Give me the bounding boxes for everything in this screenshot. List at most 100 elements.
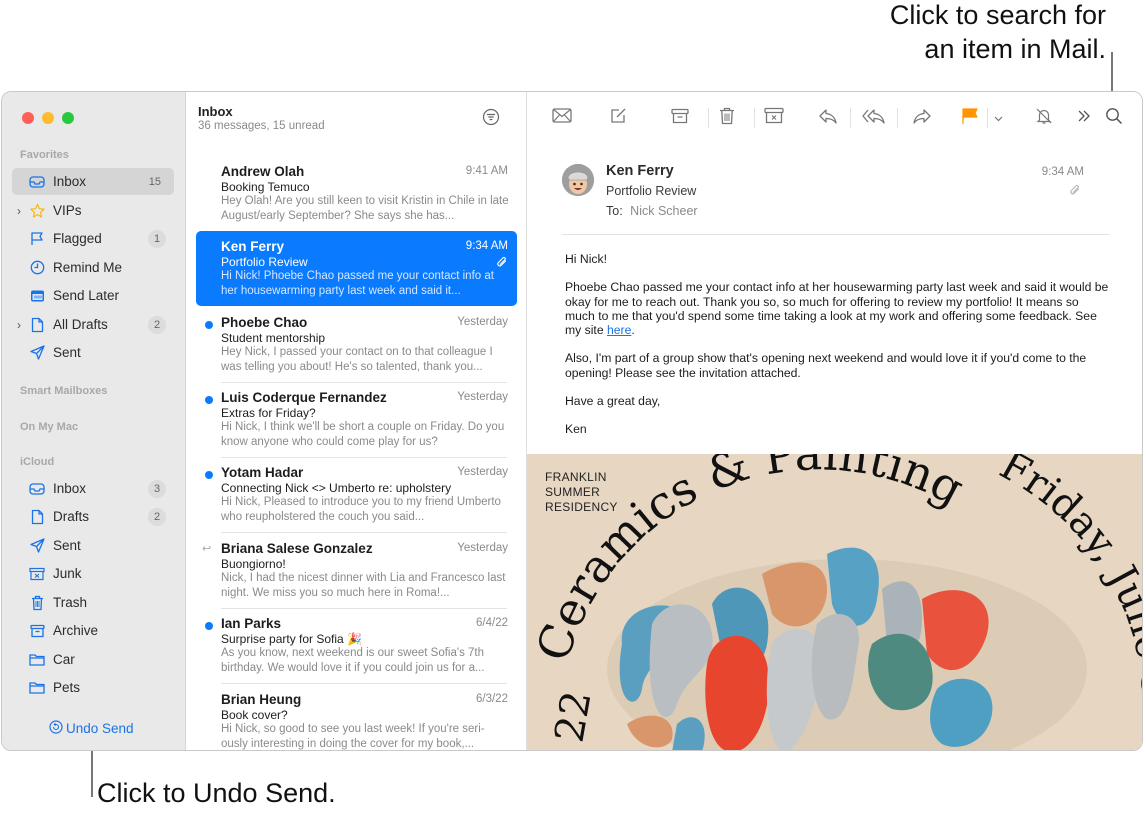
flag-menu-button[interactable] [988, 106, 1008, 130]
search-callout-line-2: an item in Mail. [924, 34, 1106, 64]
sidebar-item-label: Archive [53, 623, 99, 638]
message-preview: Hey Olah! Are you still keen to visit Kr… [221, 195, 509, 222]
message-row[interactable]: Andrew Olah 9:41 AM Booking Temuco Hey O… [196, 156, 517, 231]
sidebar-item-label: Sent [53, 345, 81, 360]
search-button[interactable] [1102, 106, 1126, 130]
get-mail-button[interactable] [550, 106, 574, 130]
toolbar-separator [850, 108, 851, 128]
invitation-attachment-image[interactable]: FRANKLIN SUMMER RESIDENCY Ceramics & P n… [527, 454, 1142, 750]
sidebar-item-icloud-junk[interactable]: Junk [12, 560, 174, 587]
unread-dot-icon [205, 622, 213, 630]
viewer-subject: Portfolio Review [606, 184, 697, 198]
message-row[interactable]: Yotam Hadar Yesterday Connecting Nick <>… [196, 457, 517, 533]
sidebar-item-label: All Drafts [53, 317, 108, 332]
message-subject: Surprise party for Sofia 🎉 [221, 632, 362, 646]
message-sender: Andrew Olah [221, 164, 305, 179]
count-badge: 2 [148, 315, 166, 334]
disclosure-chevron-icon[interactable]: › [17, 204, 21, 218]
message-row[interactable]: ↩ Briana Salese Gonzalez Yesterday Buong… [196, 533, 517, 609]
sidebar-item-label: Drafts [53, 509, 90, 524]
sidebar-item-inbox[interactable]: Inbox 15 [12, 168, 174, 195]
message-subject: Book cover? [221, 708, 288, 722]
envelope-icon [552, 108, 572, 128]
more-toolbar-button[interactable] [1072, 106, 1096, 130]
sidebar-item-icloud-pets[interactable]: Pets [12, 674, 174, 701]
section-on-my-mac[interactable]: On My Mac [20, 421, 78, 433]
sidebar-item-icloud-car[interactable]: Car [12, 646, 174, 673]
message-time: Yesterday [457, 316, 508, 328]
bell-slash-icon [1035, 107, 1053, 130]
clock-icon [28, 259, 46, 277]
message-sender: Ian Parks [221, 616, 282, 631]
message-preview: As you know, next weekend is our sweet S… [221, 647, 485, 674]
forward-button[interactable] [910, 106, 934, 130]
delete-button[interactable] [715, 106, 739, 130]
junk-button[interactable] [762, 106, 786, 130]
folder-icon [28, 651, 46, 669]
header-divider [562, 234, 1109, 235]
section-icloud[interactable]: iCloud [20, 456, 54, 468]
message-row[interactable]: Brian Heung 6/3/22 Book cover? Hi Nick, … [196, 684, 517, 750]
toolbar-separator [897, 108, 898, 128]
filter-icon [482, 108, 500, 130]
minimize-window-button[interactable] [42, 112, 54, 124]
message-row[interactable]: Luis Coderque Fernandez Yesterday Extras… [196, 382, 517, 458]
message-sender: Yotam Hadar [221, 465, 304, 480]
message-preview: Hi Nick, so good to see you last week! I… [221, 723, 485, 750]
undo-send-button[interactable]: Undo Send [49, 720, 134, 737]
junk-icon [28, 565, 46, 583]
message-preview: Hey Nick, I passed your contact on to th… [221, 346, 493, 373]
message-preview: Hi Nick! Phoebe Chao passed me your cont… [221, 270, 494, 297]
undo-icon [49, 720, 63, 737]
message-row-selected[interactable]: Ken Ferry 9:34 AM Portfolio Review Hi Ni… [196, 231, 517, 306]
sidebar-item-icloud-archive[interactable]: Archive [12, 617, 174, 644]
reply-button[interactable] [816, 106, 840, 130]
section-smart-mailboxes[interactable]: Smart Mailboxes [20, 385, 107, 397]
forward-icon [912, 108, 932, 129]
inbox-icon [28, 173, 46, 191]
paper-plane-icon [28, 344, 46, 362]
sidebar-item-vips[interactable]: › VIPs [12, 197, 174, 224]
archive-button[interactable] [668, 106, 692, 130]
unread-badge: 15 [148, 175, 161, 188]
section-favorites[interactable]: Favorites [20, 149, 69, 161]
message-row[interactable]: Phoebe Chao Yesterday Student mentorship… [196, 307, 517, 383]
double-chevron-right-icon [1077, 109, 1091, 127]
message-sender: Ken Ferry [221, 239, 285, 254]
message-subject: Booking Temuco [221, 180, 310, 194]
zoom-window-button[interactable] [62, 112, 74, 124]
mailbox-subtitle: 36 messages, 15 unread [198, 120, 325, 132]
disclosure-chevron-icon[interactable]: › [17, 318, 21, 332]
sidebar-item-flagged[interactable]: Flagged 1 [12, 225, 174, 252]
flag-button[interactable] [958, 106, 982, 130]
sidebar-item-remind-me[interactable]: Remind Me [12, 254, 174, 281]
trash-icon [28, 594, 46, 612]
viewer-recipient: To: Nick Scheer [606, 204, 698, 218]
message-time: Yesterday [457, 466, 508, 478]
sidebar: Favorites Inbox 15 › VIPs Flagged 1 Remi… [2, 92, 186, 750]
poster-artwork: Ceramics & Painting Friday, June 3 22 [527, 454, 1142, 750]
close-window-button[interactable] [22, 112, 34, 124]
undo-callout: Click to Undo Send. [97, 778, 336, 808]
compose-button[interactable] [606, 106, 630, 130]
mute-button[interactable] [1032, 106, 1056, 130]
filter-button[interactable] [482, 108, 500, 131]
viewer-sender[interactable]: Ken Ferry [606, 163, 674, 179]
message-subject: Portfolio Review [221, 255, 308, 269]
reply-all-button[interactable] [862, 106, 886, 130]
sidebar-item-label: Sent [53, 538, 81, 553]
sidebar-item-icloud-sent[interactable]: Sent [12, 532, 174, 559]
sidebar-item-sent[interactable]: Sent [12, 339, 174, 366]
sidebar-item-all-drafts[interactable]: › All Drafts 2 [12, 311, 174, 338]
message-row[interactable]: Ian Parks 6/4/22 Surprise party for Sofi… [196, 608, 517, 684]
recipient-name[interactable]: Nick Scheer [630, 204, 697, 218]
sidebar-item-icloud-trash[interactable]: Trash [12, 589, 174, 616]
paperclip-icon [1069, 184, 1081, 202]
sidebar-item-icloud-inbox[interactable]: Inbox 3 [12, 475, 174, 502]
sidebar-item-icloud-drafts[interactable]: Drafts 2 [12, 503, 174, 530]
site-link[interactable]: here [607, 323, 631, 337]
sidebar-item-send-later[interactable]: Send Later [12, 282, 174, 309]
mailbox-title: Inbox [198, 104, 233, 119]
star-icon [28, 202, 46, 220]
body-signature: Ken [565, 422, 587, 437]
